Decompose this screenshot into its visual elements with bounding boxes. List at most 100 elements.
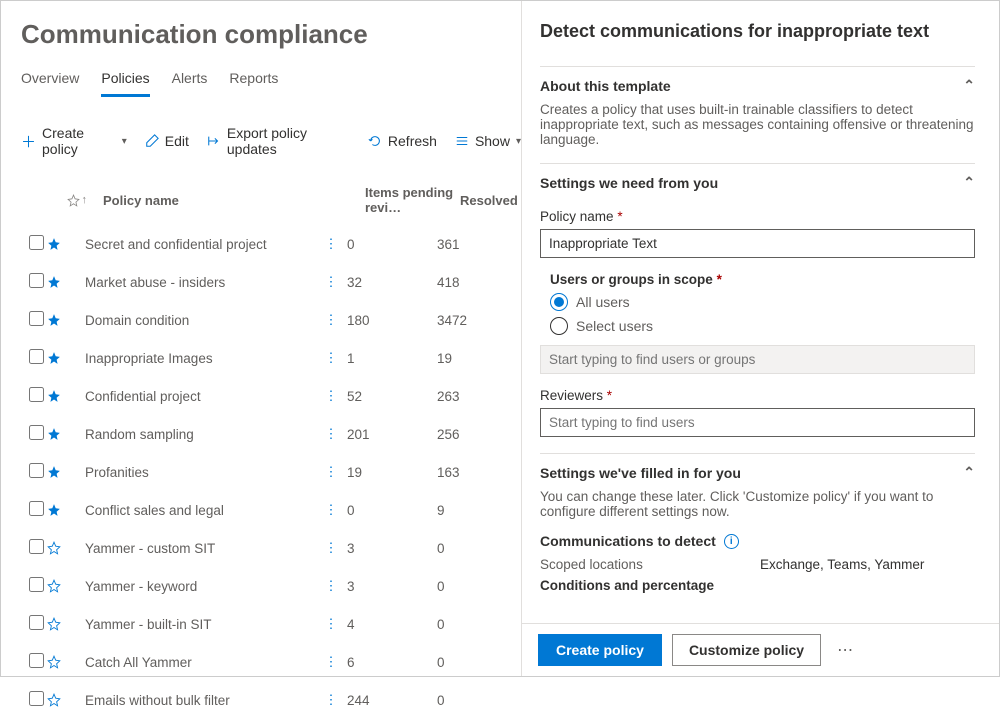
table-row[interactable]: Domain condition⋮1803472 [21, 301, 521, 339]
section-need-header[interactable]: Settings we need from you ⌃ [540, 163, 975, 199]
star-icon[interactable] [47, 389, 75, 403]
table-row[interactable]: Market abuse - insiders⋮32418 [21, 263, 521, 301]
policy-name-cell[interactable]: Secret and confidential project [75, 237, 315, 252]
row-more-button[interactable]: ⋮ [315, 654, 347, 670]
star-icon[interactable] [47, 275, 75, 289]
show-button[interactable]: Show ▾ [455, 133, 521, 149]
edit-button[interactable]: Edit [145, 133, 189, 149]
more-actions-button[interactable]: ⋯ [831, 640, 859, 660]
create-policy-submit-button[interactable]: Create policy [538, 634, 662, 666]
table-row[interactable]: Secret and confidential project⋮0361 [21, 225, 521, 263]
table-row[interactable]: Conflict sales and legal⋮09 [21, 491, 521, 529]
tab-reports[interactable]: Reports [229, 70, 278, 97]
column-pending[interactable]: Items pending revi… [365, 185, 460, 215]
star-icon[interactable] [47, 579, 75, 593]
row-checkbox[interactable] [29, 463, 47, 481]
policy-name-cell[interactable]: Emails without bulk filter [75, 693, 315, 708]
table-row[interactable]: Confidential project⋮52263 [21, 377, 521, 415]
scope-all-users-radio[interactable]: All users [550, 293, 975, 311]
policy-name-cell[interactable]: Yammer - keyword [75, 579, 315, 594]
star-icon[interactable] [47, 465, 75, 479]
star-icon[interactable] [47, 351, 75, 365]
policy-name-cell[interactable]: Yammer - custom SIT [75, 541, 315, 556]
scope-select-users-radio[interactable]: Select users [550, 317, 975, 335]
table-row[interactable]: Yammer - built-in SIT⋮40 [21, 605, 521, 643]
star-icon[interactable] [47, 427, 75, 441]
table-row[interactable]: Emails without bulk filter⋮2440 [21, 681, 521, 719]
table-row[interactable]: Yammer - custom SIT⋮30 [21, 529, 521, 567]
table-row[interactable]: Catch All Yammer⋮60 [21, 643, 521, 681]
row-more-button[interactable]: ⋮ [315, 616, 347, 632]
export-label: Export policy updates [227, 125, 350, 157]
row-more-button[interactable]: ⋮ [315, 236, 347, 252]
star-icon[interactable] [47, 541, 75, 555]
tab-alerts[interactable]: Alerts [172, 70, 208, 97]
row-checkbox[interactable] [29, 653, 47, 671]
radio-icon [550, 293, 568, 311]
table-row[interactable]: Profanities⋮19163 [21, 453, 521, 491]
star-icon[interactable] [47, 617, 75, 631]
pending-cell: 1 [347, 351, 437, 366]
section-about-header[interactable]: About this template ⌃ [540, 66, 975, 102]
policy-name-cell[interactable]: Profanities [75, 465, 315, 480]
tab-policies[interactable]: Policies [101, 70, 149, 97]
star-icon[interactable] [47, 693, 75, 707]
row-more-button[interactable]: ⋮ [315, 578, 347, 594]
row-more-button[interactable]: ⋮ [315, 692, 347, 708]
row-checkbox[interactable] [29, 349, 47, 367]
table-header: ↑ Policy name Items pending revi… Resolv… [21, 185, 521, 225]
policy-name-cell[interactable]: Domain condition [75, 313, 315, 328]
row-more-button[interactable]: ⋮ [315, 426, 347, 442]
table-row[interactable]: Inappropriate Images⋮119 [21, 339, 521, 377]
policy-name-cell[interactable]: Market abuse - insiders [75, 275, 315, 290]
column-resolved[interactable]: Resolved [460, 193, 520, 208]
policy-name-cell[interactable]: Conflict sales and legal [75, 503, 315, 518]
refresh-button[interactable]: Refresh [368, 133, 437, 149]
reviewers-input[interactable] [540, 408, 975, 437]
pencil-icon [145, 134, 159, 148]
row-checkbox[interactable] [29, 311, 47, 329]
pending-cell: 244 [347, 693, 437, 708]
star-icon[interactable] [47, 655, 75, 669]
info-icon[interactable]: i [724, 534, 739, 549]
customize-policy-button[interactable]: Customize policy [672, 634, 821, 666]
resolved-cell: 9 [437, 503, 497, 518]
row-checkbox[interactable] [29, 425, 47, 443]
table-row[interactable]: Yammer - keyword⋮30 [21, 567, 521, 605]
row-checkbox[interactable] [29, 501, 47, 519]
pending-cell: 0 [347, 503, 437, 518]
row-more-button[interactable]: ⋮ [315, 274, 347, 290]
policy-name-cell[interactable]: Inappropriate Images [75, 351, 315, 366]
row-checkbox[interactable] [29, 691, 47, 709]
row-checkbox[interactable] [29, 273, 47, 291]
section-need-label: Settings we need from you [540, 175, 718, 191]
row-checkbox[interactable] [29, 577, 47, 595]
create-policy-button[interactable]: ＋ Create policy ▾ [21, 125, 127, 157]
row-more-button[interactable]: ⋮ [315, 350, 347, 366]
tab-overview[interactable]: Overview [21, 70, 79, 97]
row-checkbox[interactable] [29, 387, 47, 405]
row-checkbox[interactable] [29, 615, 47, 633]
row-more-button[interactable]: ⋮ [315, 312, 347, 328]
star-icon[interactable] [47, 237, 75, 251]
section-filled-header[interactable]: Settings we've filled in for you ⌃ [540, 453, 975, 489]
table-row[interactable]: Random sampling⋮201256 [21, 415, 521, 453]
star-icon[interactable] [47, 503, 75, 517]
column-policy-name[interactable]: Policy name [93, 193, 333, 208]
policy-name-cell[interactable]: Catch All Yammer [75, 655, 315, 670]
row-checkbox[interactable] [29, 235, 47, 253]
star-icon[interactable] [47, 313, 75, 327]
export-button[interactable]: Export policy updates [207, 125, 350, 157]
row-more-button[interactable]: ⋮ [315, 464, 347, 480]
row-checkbox[interactable] [29, 539, 47, 557]
column-star[interactable]: ↑ [47, 194, 93, 207]
row-more-button[interactable]: ⋮ [315, 540, 347, 556]
resolved-cell: 163 [437, 465, 497, 480]
policy-name-cell[interactable]: Random sampling [75, 427, 315, 442]
row-more-button[interactable]: ⋮ [315, 388, 347, 404]
policy-name-cell[interactable]: Yammer - built-in SIT [75, 617, 315, 632]
show-label: Show [475, 133, 510, 149]
policy-name-cell[interactable]: Confidential project [75, 389, 315, 404]
policy-name-input[interactable] [540, 229, 975, 258]
row-more-button[interactable]: ⋮ [315, 502, 347, 518]
